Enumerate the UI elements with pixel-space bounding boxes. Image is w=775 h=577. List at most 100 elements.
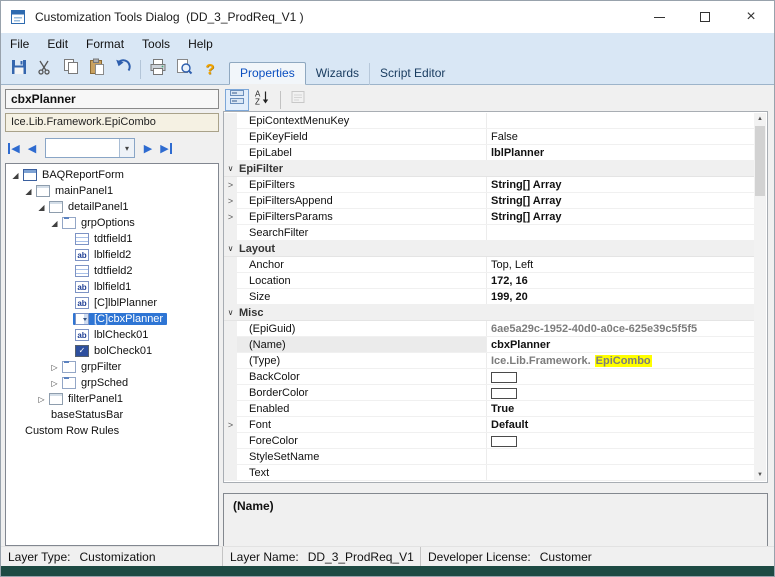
property-value[interactable]: String[] Array xyxy=(487,209,754,224)
propgrid-scrollbar[interactable]: ▲ ▼ xyxy=(754,113,766,481)
property-row-epicontextmenukey[interactable]: EpiContextMenuKey xyxy=(224,113,754,129)
property-row-epikeyfield[interactable]: EpiKeyField False xyxy=(224,129,754,145)
scroll-up-icon[interactable]: ▲ xyxy=(754,113,766,125)
tree-item-tdtfield2[interactable]: tdtfield2 xyxy=(6,263,218,279)
tree-item-lblfield1[interactable]: ab lblfield1 xyxy=(6,279,218,295)
property-row-epifilters[interactable]: > EpiFilters String[] Array xyxy=(224,177,754,193)
nav-next-button[interactable]: ▶ xyxy=(139,138,157,158)
print-button[interactable] xyxy=(145,57,171,82)
property-row-name[interactable]: (Name) cbxPlanner xyxy=(224,337,754,353)
property-value[interactable] xyxy=(487,449,754,464)
scroll-thumb[interactable] xyxy=(755,126,765,196)
categorized-button[interactable] xyxy=(225,88,249,111)
property-value[interactable]: 199, 20 xyxy=(487,289,754,304)
tree-item-tdtfield1[interactable]: tdtfield1 xyxy=(6,231,218,247)
property-value[interactable]: Default xyxy=(487,417,754,432)
category-layout[interactable]: ∨ Layout xyxy=(224,241,754,257)
tree-item-lblcheck01[interactable]: ab lblCheck01 xyxy=(6,327,218,343)
property-row-stylesetname[interactable]: StyleSetName xyxy=(224,449,754,465)
property-value[interactable] xyxy=(487,113,754,128)
tree-item-grpsched[interactable]: ▷ grpSched xyxy=(6,375,218,391)
tree-item-c-cbxplanner[interactable]: [C]cbxPlanner xyxy=(6,311,218,327)
nav-combobox[interactable]: ▾ xyxy=(45,138,135,158)
property-row-epifiltersparams[interactable]: > EpiFiltersParams String[] Array xyxy=(224,209,754,225)
menu-help[interactable]: Help xyxy=(179,33,222,55)
expander-open-icon[interactable]: ◢ xyxy=(23,187,34,196)
property-row-epifiltersappend[interactable]: > EpiFiltersAppend String[] Array xyxy=(224,193,754,209)
undo-button[interactable] xyxy=(110,57,136,82)
tree-item-grpoptions[interactable]: ◢ grpOptions xyxy=(6,215,218,231)
expand-property-icon[interactable]: > xyxy=(224,417,237,432)
property-value[interactable]: 172, 16 xyxy=(487,273,754,288)
expander-open-icon[interactable]: ◢ xyxy=(36,203,47,212)
property-value[interactable]: False xyxy=(487,129,754,144)
property-row-epilabel[interactable]: EpiLabel lblPlanner xyxy=(224,145,754,161)
tree-item-c-lblplanner[interactable]: ab [C]lblPlanner xyxy=(6,295,218,311)
save-button[interactable] xyxy=(6,57,32,82)
title-bar[interactable]: Customization Tools Dialog (DD_3_ProdReq… xyxy=(1,1,774,33)
collapse-category-icon[interactable]: ∨ xyxy=(224,305,237,320)
collapse-category-icon[interactable]: ∨ xyxy=(224,161,237,176)
expander-closed-icon[interactable]: ▷ xyxy=(49,379,60,388)
property-value[interactable]: String[] Array xyxy=(487,193,754,208)
property-value[interactable]: lblPlanner xyxy=(487,145,754,160)
menu-file[interactable]: File xyxy=(1,33,38,55)
minimize-button[interactable] xyxy=(636,1,682,33)
nav-combo-dropdown-icon[interactable]: ▾ xyxy=(119,139,134,157)
collapse-category-icon[interactable]: ∨ xyxy=(224,241,237,256)
property-row-anchor[interactable]: Anchor Top, Left xyxy=(224,257,754,273)
control-name-box[interactable]: cbxPlanner xyxy=(5,89,219,109)
expander-closed-icon[interactable]: ▷ xyxy=(36,395,47,404)
nav-prev-button[interactable]: ◀ xyxy=(23,138,41,158)
property-row-size[interactable]: Size 199, 20 xyxy=(224,289,754,305)
tree-item-basestatusbar[interactable]: baseStatusBar xyxy=(6,407,218,423)
help-button[interactable]: ? xyxy=(197,57,223,82)
tree-item-baqreportform[interactable]: ◢ BAQReportForm xyxy=(6,167,218,183)
tree-item-grpfilter[interactable]: ▷ grpFilter xyxy=(6,359,218,375)
menu-tools[interactable]: Tools xyxy=(133,33,179,55)
expander-open-icon[interactable]: ◢ xyxy=(49,219,60,228)
menu-edit[interactable]: Edit xyxy=(38,33,77,55)
close-button[interactable]: × xyxy=(728,1,774,33)
alphabetical-button[interactable]: AZ xyxy=(250,89,274,111)
nav-first-button[interactable]: ◀ xyxy=(5,138,23,158)
property-row-epiguid[interactable]: (EpiGuid) 6ae5a29c-1952-40d0-a0ce-625e39c… xyxy=(224,321,754,337)
property-value[interactable]: Ice.Lib.Framework. EpiCombo xyxy=(487,353,754,368)
tree-item-bolcheck01[interactable]: ✓ bolCheck01 xyxy=(6,343,218,359)
property-row-text[interactable]: Text xyxy=(224,465,754,481)
property-value[interactable] xyxy=(487,385,754,400)
property-row-location[interactable]: Location 172, 16 xyxy=(224,273,754,289)
property-row-enabled[interactable]: Enabled True xyxy=(224,401,754,417)
property-value[interactable] xyxy=(487,369,754,384)
tree-item-custom-row-rules[interactable]: Custom Row Rules xyxy=(6,423,218,439)
maximize-button[interactable] xyxy=(682,1,728,33)
property-value[interactable] xyxy=(487,465,754,480)
property-row-forecolor[interactable]: ForeColor xyxy=(224,433,754,449)
property-value[interactable] xyxy=(487,433,754,448)
expander-closed-icon[interactable]: ▷ xyxy=(49,363,60,372)
cut-button[interactable] xyxy=(32,57,58,82)
tab-script-editor[interactable]: Script Editor xyxy=(369,63,455,85)
expand-property-icon[interactable]: > xyxy=(224,193,237,208)
tab-wizards[interactable]: Wizards xyxy=(306,63,369,85)
property-row-type[interactable]: (Type) Ice.Lib.Framework. EpiCombo xyxy=(224,353,754,369)
property-row-backcolor[interactable]: BackColor xyxy=(224,369,754,385)
expand-property-icon[interactable]: > xyxy=(224,177,237,192)
print-preview-button[interactable] xyxy=(171,57,197,82)
property-row-searchfilter[interactable]: SearchFilter xyxy=(224,225,754,241)
nav-last-button[interactable]: ▶ xyxy=(157,138,175,158)
tree-item-mainpanel1[interactable]: ◢ mainPanel1 xyxy=(6,183,218,199)
copy-button[interactable] xyxy=(58,57,84,82)
tab-properties[interactable]: Properties xyxy=(229,62,306,85)
property-value[interactable]: 6ae5a29c-1952-40d0-a0ce-625e39c5f5f5 xyxy=(487,321,754,336)
property-value[interactable] xyxy=(487,225,754,240)
property-row-bordercolor[interactable]: BorderColor xyxy=(224,385,754,401)
expand-property-icon[interactable]: > xyxy=(224,209,237,224)
scroll-down-icon[interactable]: ▼ xyxy=(754,469,766,481)
property-value[interactable]: True xyxy=(487,401,754,416)
menu-format[interactable]: Format xyxy=(77,33,133,55)
control-type-box[interactable]: Ice.Lib.Framework.EpiCombo xyxy=(5,113,219,132)
category-epifilter[interactable]: ∨ EpiFilter xyxy=(224,161,754,177)
expander-open-icon[interactable]: ◢ xyxy=(10,171,21,180)
tree-item-detailpanel1[interactable]: ◢ detailPanel1 xyxy=(6,199,218,215)
